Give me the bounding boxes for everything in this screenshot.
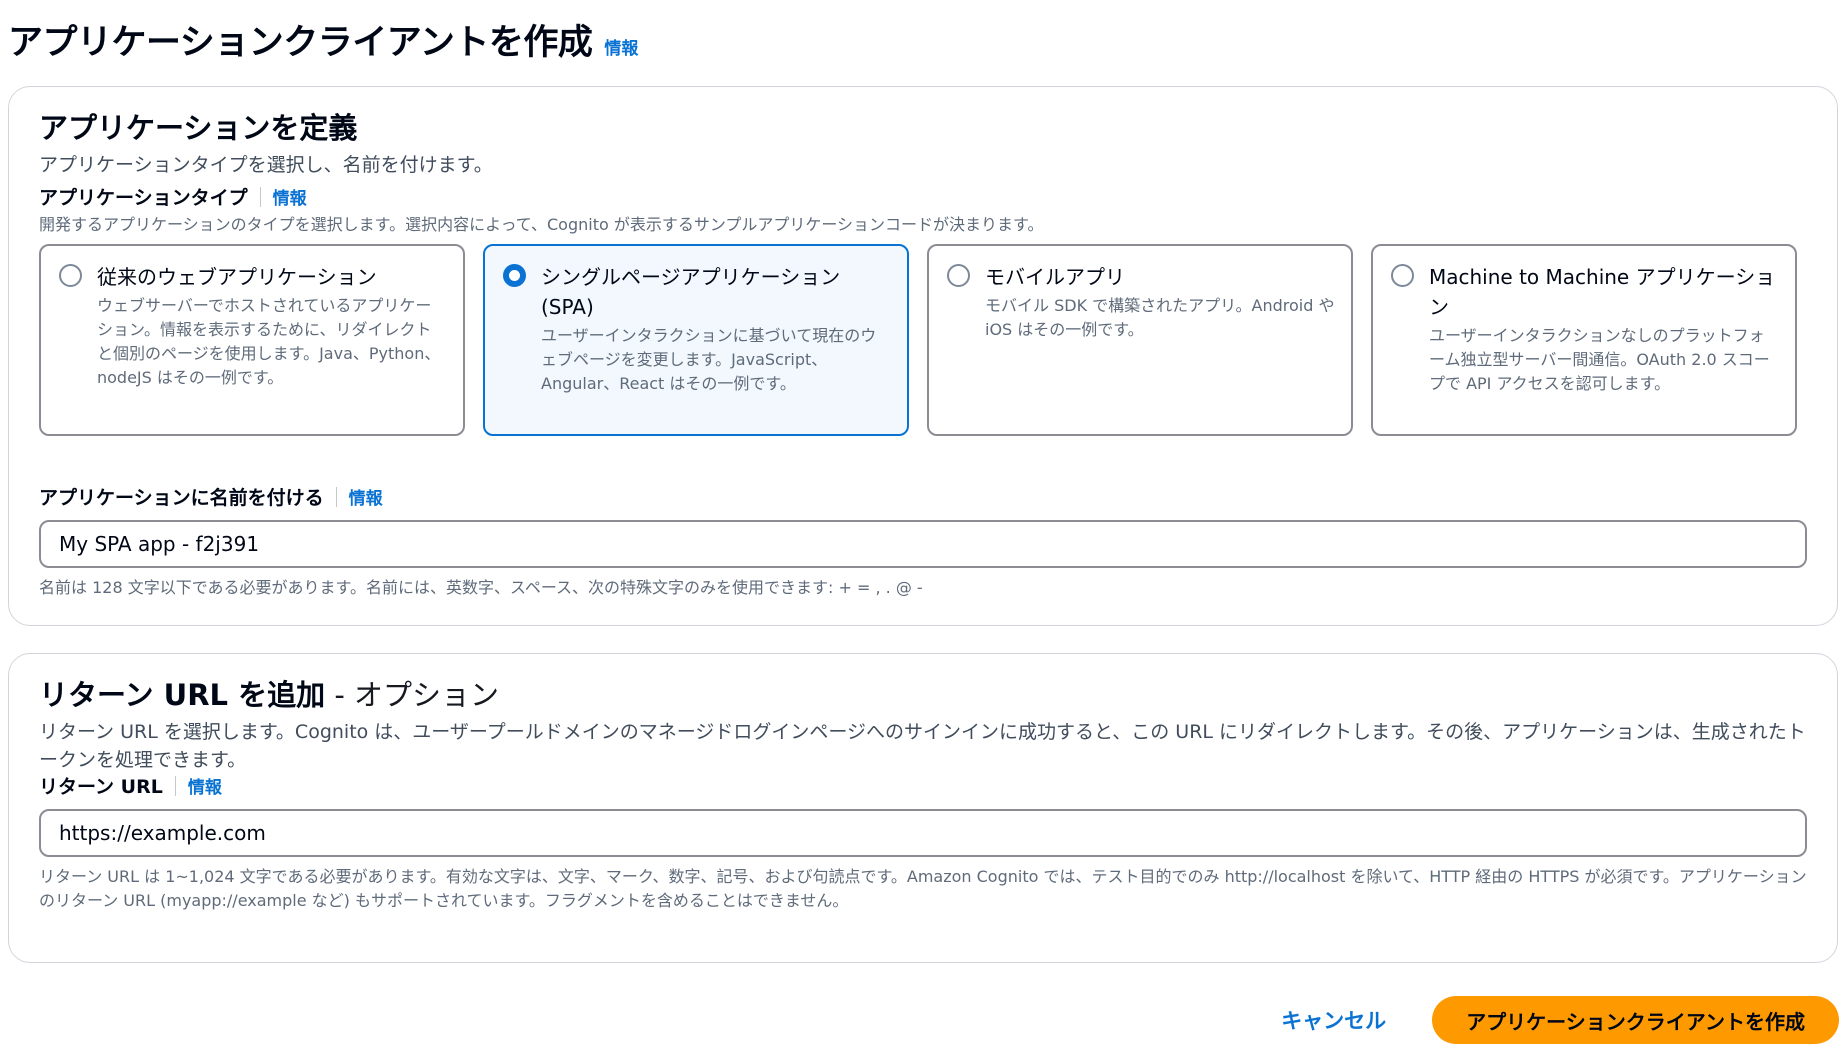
label-divider [335,486,337,507]
return-url-title-text: リターン URL を追加 [39,678,326,712]
app-type-info-link[interactable]: 情報 [273,184,307,209]
radio-button[interactable] [947,264,970,287]
return-url-field: リターン URL 情報 https://example.com リターン URL… [39,772,1807,913]
tile-title: Machine to Machine アプリケーション [1429,265,1776,319]
return-url-input[interactable]: https://example.com [39,809,1807,857]
radio-button[interactable] [59,264,82,287]
form-actions: キャンセル アプリケーションクライアントを作成 [1281,996,1839,1044]
return-url-container: リターン URL を追加 - オプション リターン URL を選択します。Cog… [8,653,1838,963]
return-url-description: リターン URL を選択します。Cognito は、ユーザープールドメインのマネ… [39,721,1806,771]
return-url-title: リターン URL を追加 - オプション [39,672,1807,714]
create-app-client-button[interactable]: アプリケーションクライアントを作成 [1432,996,1839,1044]
app-name-label: アプリケーションに名前を付ける [39,487,324,509]
return-url-label: リターン URL [39,776,163,798]
app-name-label-row: アプリケーションに名前を付ける 情報 [39,483,1807,510]
radio-button[interactable] [1391,264,1414,287]
app-name-field: アプリケーションに名前を付ける 情報 My SPA app - f2j391 名… [39,483,1807,600]
label-divider [174,775,176,796]
tile-description: ウェブサーバーでホストされているアプリケーション。情報を表示するために、リダイレ… [97,296,441,387]
tile-description: ユーザーインタラクションに基づいて現在のウェブページを変更します。JavaScr… [541,326,877,393]
page-title: アプリケーションクライアントを作成 [8,23,593,63]
page-info-link[interactable]: 情報 [604,34,638,59]
page: アプリケーションクライアントを作成 情報 アプリケーションを定義 アプリケーショ… [0,0,1847,1064]
app-type-tile-mobile[interactable]: モバイルアプリ モバイル SDK で構築されたアプリ。Android や iOS… [927,244,1353,436]
app-type-label: アプリケーションタイプ [39,187,248,209]
return-url-label-row: リターン URL 情報 [39,772,1807,799]
tile-description: ユーザーインタラクションなしのプラットフォーム独立型サーバー間通信。OAuth … [1429,326,1770,393]
app-type-tile-traditional-web[interactable]: 従来のウェブアプリケーション ウェブサーバーでホストされているアプリケーション。… [39,244,465,436]
app-type-tile-spa[interactable]: シングルページアプリケーション (SPA) ユーザーインタラクションに基づいて現… [483,244,909,436]
radio-button-selected[interactable] [503,264,526,287]
app-type-label-row: アプリケーションタイプ 情報 [39,183,1807,210]
return-url-info-link[interactable]: 情報 [188,773,222,798]
define-app-description: アプリケーションタイプを選択し、名前を付けます。 [39,154,493,176]
app-type-tiles: 従来のウェブアプリケーション ウェブサーバーでホストされているアプリケーション。… [39,244,1807,436]
label-divider [259,186,261,207]
return-url-constraint: リターン URL は 1~1,024 文字である必要があります。有効な文字は、文… [39,867,1807,910]
optional-suffix: - オプション [325,678,500,712]
tile-description: モバイル SDK で構築されたアプリ。Android や iOS はその一例です… [985,296,1335,339]
app-name-constraint: 名前は 128 文字以下である必要があります。名前には、英数字、スペース、次の特… [39,578,923,597]
app-name-input[interactable]: My SPA app - f2j391 [39,520,1807,568]
define-app-header: アプリケーションを定義 アプリケーションタイプを選択し、名前を付けます。 [39,105,1807,179]
tile-title: モバイルアプリ [985,265,1125,289]
app-type-description: 開発するアプリケーションのタイプを選択します。選択内容によって、Cognito … [39,215,1044,234]
app-name-info-link[interactable]: 情報 [349,484,383,509]
tile-title: 従来のウェブアプリケーション [97,265,377,289]
define-app-container: アプリケーションを定義 アプリケーションタイプを選択し、名前を付けます。 アプリ… [8,86,1838,626]
cancel-button[interactable]: キャンセル [1281,1005,1386,1035]
tile-title: シングルページアプリケーション (SPA) [541,265,841,319]
app-type-field: アプリケーションタイプ 情報 開発するアプリケーションのタイプを選択します。選択… [39,183,1807,436]
app-type-tile-m2m[interactable]: Machine to Machine アプリケーション ユーザーインタラクション… [1371,244,1797,436]
return-url-header: リターン URL を追加 - オプション リターン URL を選択します。Cog… [39,672,1807,774]
page-header: アプリケーションクライアントを作成 情報 [8,14,638,65]
define-app-title: アプリケーションを定義 [39,111,358,145]
